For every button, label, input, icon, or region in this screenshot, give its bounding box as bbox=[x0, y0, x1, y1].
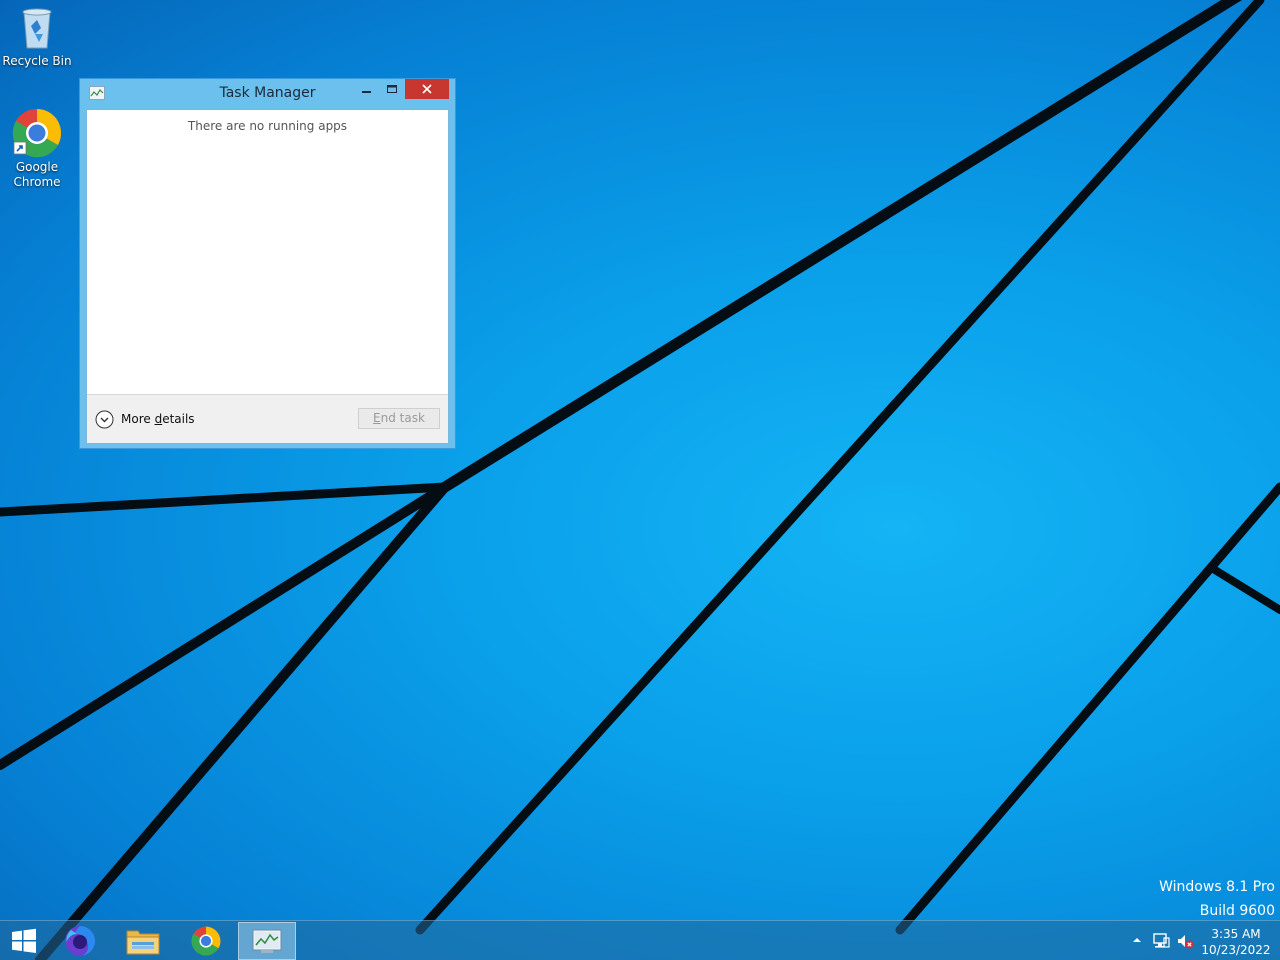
window-footer: More details End task bbox=[87, 394, 448, 443]
maximize-button[interactable] bbox=[380, 79, 402, 99]
task-manager-window[interactable]: Task Manager There are no running apps M… bbox=[79, 78, 456, 449]
folder-icon bbox=[126, 930, 160, 955]
minimize-button[interactable] bbox=[355, 79, 377, 99]
more-details-label: More details bbox=[121, 412, 195, 426]
os-watermark: Windows 8.1 Pro Build 9600 bbox=[1159, 875, 1275, 923]
title-bar[interactable]: Task Manager bbox=[80, 79, 455, 108]
start-button[interactable] bbox=[0, 921, 48, 960]
taskbar-file-explorer[interactable] bbox=[113, 921, 173, 960]
chrome-shortcut[interactable]: Google Chrome bbox=[0, 108, 74, 190]
firefox-icon bbox=[65, 926, 95, 956]
recycle-bin-icon bbox=[22, 8, 52, 49]
os-edition: Windows 8.1 Pro bbox=[1159, 879, 1275, 895]
taskbar-firefox[interactable] bbox=[50, 921, 110, 960]
maximize-icon bbox=[387, 85, 397, 93]
taskbar: 3:35 AM 10/23/2022 bbox=[0, 920, 1280, 960]
desktop: Recycle Bin Google Chrome Task Manager T… bbox=[0, 0, 1280, 960]
taskbar-task-manager[interactable] bbox=[238, 922, 296, 960]
more-details-button[interactable]: More details bbox=[95, 409, 195, 429]
close-icon bbox=[422, 84, 432, 94]
chrome-icon bbox=[12, 108, 62, 158]
clock-date: 10/23/2022 bbox=[1201, 943, 1271, 957]
chrome-icon bbox=[191, 926, 221, 956]
end-task-button[interactable]: End task bbox=[358, 408, 440, 429]
app-list-area[interactable]: There are no running apps More details E… bbox=[86, 109, 449, 443]
taskbar-chrome[interactable] bbox=[176, 921, 236, 960]
clock-time: 3:35 AM bbox=[1211, 927, 1261, 941]
minimize-icon bbox=[362, 91, 371, 93]
network-icon[interactable] bbox=[1152, 932, 1170, 950]
show-hidden-icons-icon[interactable] bbox=[1131, 935, 1143, 945]
no-apps-message: There are no running apps bbox=[187, 119, 348, 133]
recycle-bin-shortcut[interactable]: Recycle Bin bbox=[0, 4, 74, 69]
chevron-down-icon bbox=[95, 410, 114, 428]
windows-logo-icon bbox=[12, 928, 36, 953]
close-button[interactable] bbox=[405, 79, 449, 99]
volume-muted-icon[interactable] bbox=[1176, 932, 1194, 950]
system-clock[interactable]: 3:35 AM 10/23/2022 bbox=[1198, 926, 1274, 958]
task-manager-icon bbox=[252, 929, 282, 953]
desktop-icon-label: Google Chrome bbox=[13, 160, 61, 189]
desktop-icon-label: Recycle Bin bbox=[2, 54, 72, 68]
